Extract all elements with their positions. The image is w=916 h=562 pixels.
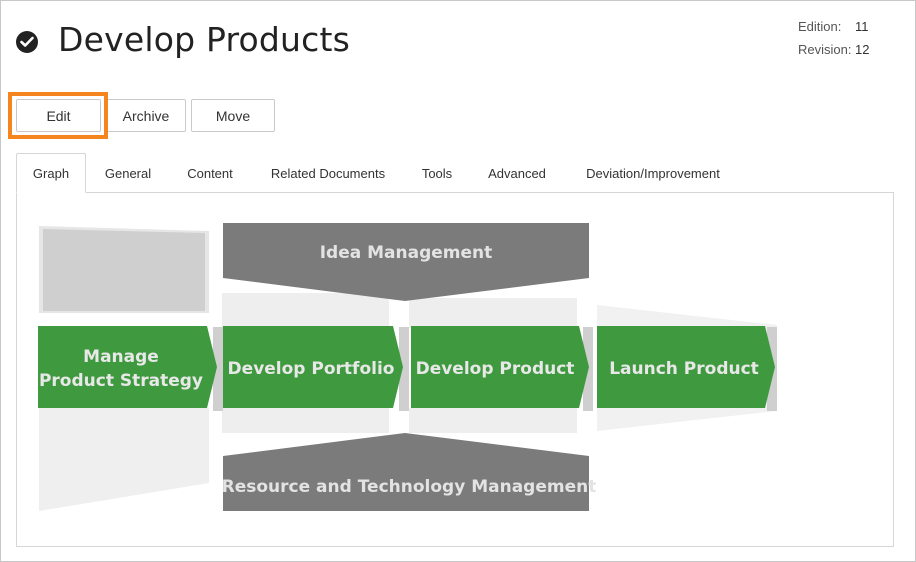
faded-shape <box>39 408 209 511</box>
edit-button-highlight <box>8 92 108 139</box>
check-circle-icon <box>16 31 38 53</box>
step-label: Launch Product <box>609 359 759 379</box>
revision-value: 12 <box>855 42 870 57</box>
step-label: Product Strategy <box>39 371 203 391</box>
faded-shape <box>222 293 389 328</box>
faded-shape <box>222 408 389 433</box>
revision-label: Revision: <box>798 42 852 57</box>
process-graph: Idea Management Resource and Technology … <box>38 223 777 511</box>
step-label: Manage <box>83 347 159 367</box>
archive-button[interactable]: Archive <box>106 99 186 132</box>
tab-panel-graph: Idea Management Resource and Technology … <box>16 192 894 547</box>
edition-value: 11 <box>855 19 869 34</box>
edition-label: Edition: <box>798 19 842 34</box>
tab-advanced[interactable]: Advanced <box>478 153 556 193</box>
edition-info: Edition: 11 <box>798 19 869 34</box>
faded-shape <box>43 229 205 311</box>
tab-tools[interactable]: Tools <box>411 153 463 193</box>
tab-general[interactable]: General <box>94 153 162 193</box>
idea-management-label: Idea Management <box>320 243 493 263</box>
resource-technology-label: Resource and Technology Management <box>222 477 597 497</box>
move-button[interactable]: Move <box>191 99 275 132</box>
tab-related-documents[interactable]: Related Documents <box>260 153 396 193</box>
tab-content[interactable]: Content <box>176 153 244 193</box>
step-manage-product-strategy[interactable] <box>38 326 217 408</box>
faded-shape <box>409 408 577 433</box>
faded-shape <box>409 298 577 328</box>
page-title: Develop Products <box>58 20 351 59</box>
resource-technology-banner <box>223 433 589 511</box>
tab-deviation-improvement[interactable]: Deviation/Improvement <box>572 153 734 193</box>
revision-info: Revision: 12 <box>798 42 869 57</box>
step-label: Develop Portfolio <box>228 359 395 379</box>
step-label: Develop Product <box>416 359 575 379</box>
tab-graph[interactable]: Graph <box>16 153 86 193</box>
